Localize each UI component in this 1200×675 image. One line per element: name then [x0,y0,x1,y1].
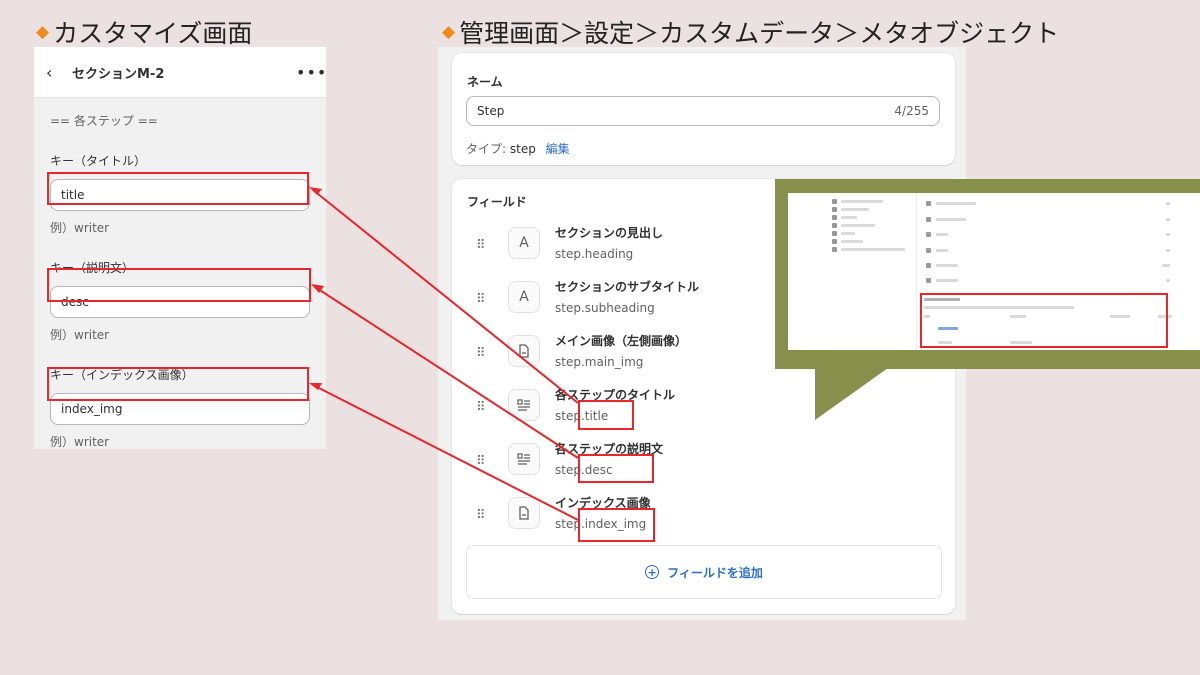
arrowhead-title [309,187,322,195]
connector-arrows [309,187,579,521]
arrow-index-img [312,384,579,521]
